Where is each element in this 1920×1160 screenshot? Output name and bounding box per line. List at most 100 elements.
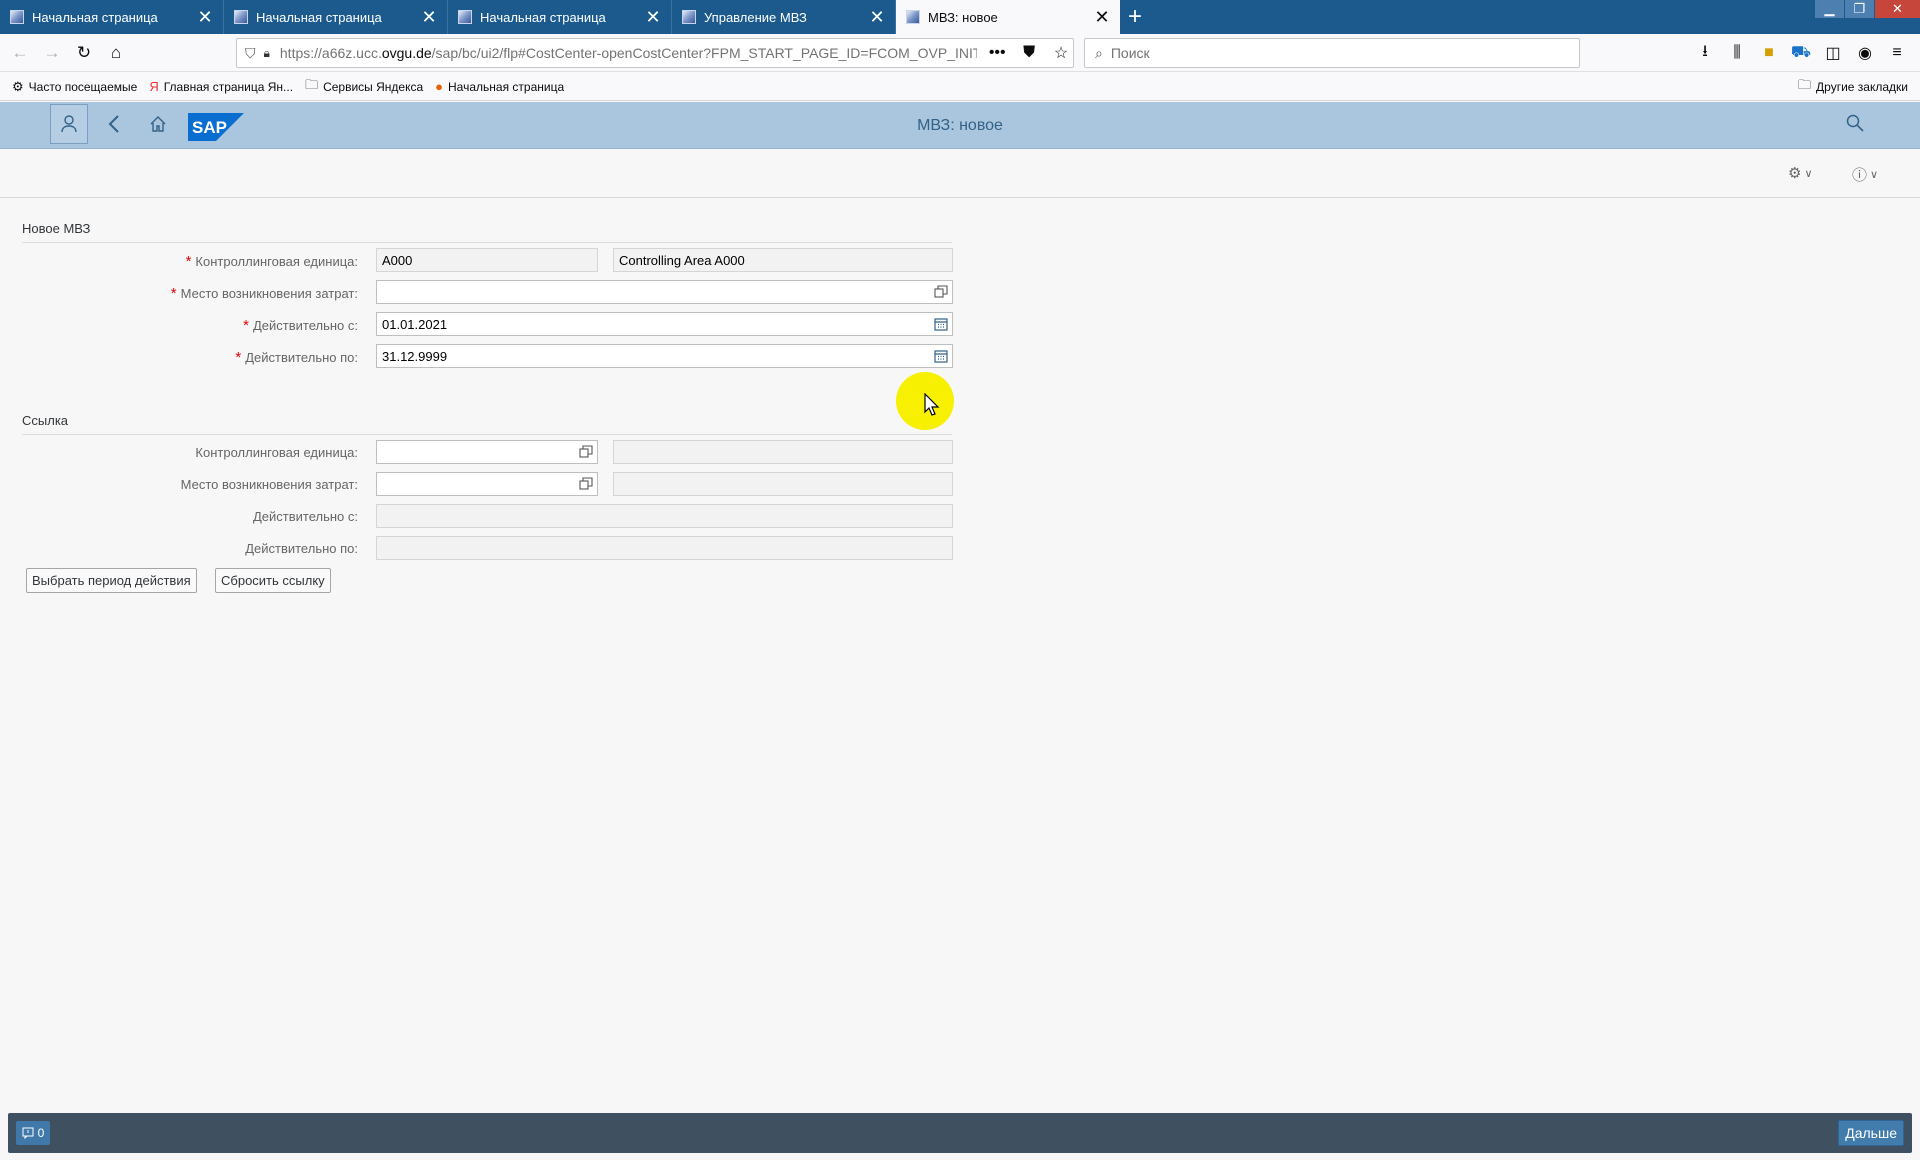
calendar-icon[interactable]	[934, 349, 948, 363]
url-domain: ovgu.de	[381, 45, 432, 61]
required-asterisk: *	[235, 349, 242, 366]
value-help-icon[interactable]	[579, 445, 593, 459]
close-icon[interactable]: ✕	[869, 8, 885, 26]
bookmark-label: Главная страница Ян...	[163, 79, 294, 94]
search-icon[interactable]	[1846, 114, 1864, 137]
mouse-pointer-icon	[924, 393, 940, 416]
url-bar[interactable]: ⛉ 🔒︎ https://a66z.ucc.ovgu.de/sap/bc/ui2…	[236, 38, 1074, 68]
close-icon[interactable]: ✕	[1094, 8, 1110, 26]
page-title: МВЗ: новое	[917, 116, 1003, 134]
browser-tab-label: МВЗ: новое	[928, 9, 998, 25]
app-toolbar: ⚙ ∨ ⓘ ∨	[0, 150, 1920, 198]
messages-button[interactable]: 0	[16, 1121, 50, 1145]
user-icon[interactable]	[50, 104, 88, 144]
more-actions-icon[interactable]: •••	[985, 44, 1009, 62]
reload-icon[interactable]: ↻	[68, 37, 100, 69]
reset-reference-button[interactable]: Сбросить ссылку	[215, 568, 331, 593]
ref-valid-to-label: Действительно по:	[245, 541, 358, 556]
cart-icon[interactable]: ⛟	[1788, 38, 1814, 68]
chevron-down-icon: ∨	[1870, 169, 1879, 181]
search-icon: ⌕	[1095, 44, 1103, 61]
bookmark-item[interactable]: ● Начальная страница	[435, 79, 564, 94]
bookmark-item[interactable]: 🗀 Сервисы Яндекса	[305, 76, 423, 98]
ref-controlling-area-input[interactable]	[376, 440, 598, 464]
window-controls: ▁ ❐ ✕	[1814, 0, 1920, 18]
valid-from-input[interactable]: 01.01.2021	[376, 312, 953, 336]
section-title-reference: Ссылка	[22, 413, 69, 428]
home-icon[interactable]	[138, 104, 178, 144]
url-path: /sap/bc/ui2/flp#CostCenter-openCostCente…	[431, 45, 978, 61]
gear-icon: ⚙	[12, 78, 24, 94]
pocket-icon[interactable]: ⛊	[1017, 44, 1041, 62]
back-icon[interactable]	[94, 104, 134, 144]
close-icon[interactable]: ✕	[645, 8, 661, 26]
other-bookmarks[interactable]: 🗀 Другие закладки	[1798, 76, 1908, 98]
bookmark-star-icon[interactable]: ☆	[1049, 43, 1073, 63]
browser-search-bar[interactable]: ⌕ Поиск	[1084, 38, 1580, 68]
value-help-icon[interactable]	[934, 285, 948, 299]
label-text: Контроллинговая единица:	[195, 254, 358, 269]
svg-text:SAP: SAP	[192, 118, 227, 137]
label-text: Место возникновения затрат:	[180, 286, 358, 301]
maximize-icon[interactable]: ❐	[1844, 0, 1874, 18]
label-text: Действительно по:	[245, 350, 358, 365]
browser-tab-bar: Начальная страница ✕ Начальная страница …	[0, 0, 1920, 34]
lock-icon[interactable]: 🔒︎	[264, 46, 270, 61]
browser-tab[interactable]: Начальная страница ✕	[0, 0, 224, 34]
value-help-icon[interactable]	[579, 477, 593, 491]
help-menu[interactable]: ⓘ ∨	[1852, 164, 1878, 185]
sidebar-icon[interactable]: ◫	[1820, 38, 1846, 68]
sap-favicon-icon	[458, 10, 472, 24]
bookmarks-bar: ⚙ Часто посещаемые Я Главная страница Ян…	[0, 73, 1920, 101]
browser-tab[interactable]: Начальная страница ✕	[224, 0, 448, 34]
cost-center-label: * Место возникновения затрат:	[171, 285, 358, 302]
ref-valid-from-label: Действительно с:	[252, 509, 358, 524]
cost-center-input[interactable]	[376, 280, 953, 304]
ref-controlling-area-description	[613, 440, 953, 464]
shield-icon[interactable]: ⛉	[245, 45, 256, 62]
browser-tab[interactable]: Управление МВЗ ✕	[672, 0, 896, 34]
bookmark-item[interactable]: ⚙ Часто посещаемые	[12, 79, 137, 95]
sap-shell-bar: МВЗ: новое SAP	[0, 102, 1920, 149]
home-icon[interactable]: ⌂	[100, 37, 132, 69]
valid-to-input[interactable]: 31.12.9999	[376, 344, 953, 368]
ref-cost-center-input[interactable]	[376, 472, 598, 496]
browser-tab[interactable]: Начальная страница ✕	[448, 0, 672, 34]
download-icon[interactable]: ⭳	[1692, 38, 1718, 68]
account-icon[interactable]: ◉	[1852, 38, 1878, 68]
forward-arrow-icon[interactable]: →	[36, 37, 68, 69]
calendar-icon[interactable]	[934, 317, 948, 331]
footer-bar: 0 Дальше	[8, 1113, 1912, 1153]
close-icon[interactable]: ✕	[421, 8, 437, 26]
bookmark-label: Часто посещаемые	[28, 79, 138, 94]
url-text[interactable]: https://a66z.ucc.ovgu.de/sap/bc/ui2/flp#…	[280, 45, 977, 61]
folder-icon: 🗀	[1798, 76, 1812, 92]
firefox-icon: ●	[435, 79, 444, 94]
select-period-button[interactable]: Выбрать период действия	[26, 568, 197, 593]
menu-icon[interactable]: ≡	[1884, 38, 1910, 68]
valid-to-label: * Действительно по:	[235, 349, 358, 366]
minimize-icon[interactable]: ▁	[1814, 0, 1844, 18]
next-button[interactable]: Дальше	[1838, 1120, 1904, 1146]
bookmark-label: Начальная страница	[448, 79, 565, 94]
browser-tab-active[interactable]: МВЗ: новое ✕	[896, 0, 1120, 34]
settings-menu[interactable]: ⚙ ∨	[1788, 164, 1813, 182]
browser-tab-label: Управление МВЗ	[704, 9, 807, 25]
extension-flag-icon[interactable]: ■	[1756, 38, 1782, 68]
sap-favicon-icon	[906, 10, 920, 24]
search-placeholder: Поиск	[1110, 45, 1150, 61]
valid-from-label: * Действительно с:	[243, 317, 358, 334]
controlling-area-field[interactable]: A000	[376, 248, 598, 272]
message-icon	[22, 1127, 34, 1139]
library-icon[interactable]: ⫼	[1724, 38, 1750, 68]
yandex-icon: Я	[149, 79, 159, 94]
sap-logo[interactable]: SAP	[188, 113, 244, 141]
browser-tab-label: Начальная страница	[480, 9, 606, 25]
required-asterisk: *	[170, 285, 177, 302]
back-arrow-icon[interactable]: ←	[4, 37, 36, 69]
browser-nav-bar: ← → ↻ ⌂ ⛉ 🔒︎ https://a66z.ucc.ovgu.de/sa…	[0, 34, 1920, 72]
close-icon[interactable]: ✕	[197, 8, 213, 26]
window-close-icon[interactable]: ✕	[1874, 0, 1920, 18]
bookmark-item[interactable]: Я Главная страница Ян...	[149, 79, 293, 94]
new-tab-button[interactable]: +	[1120, 0, 1150, 34]
